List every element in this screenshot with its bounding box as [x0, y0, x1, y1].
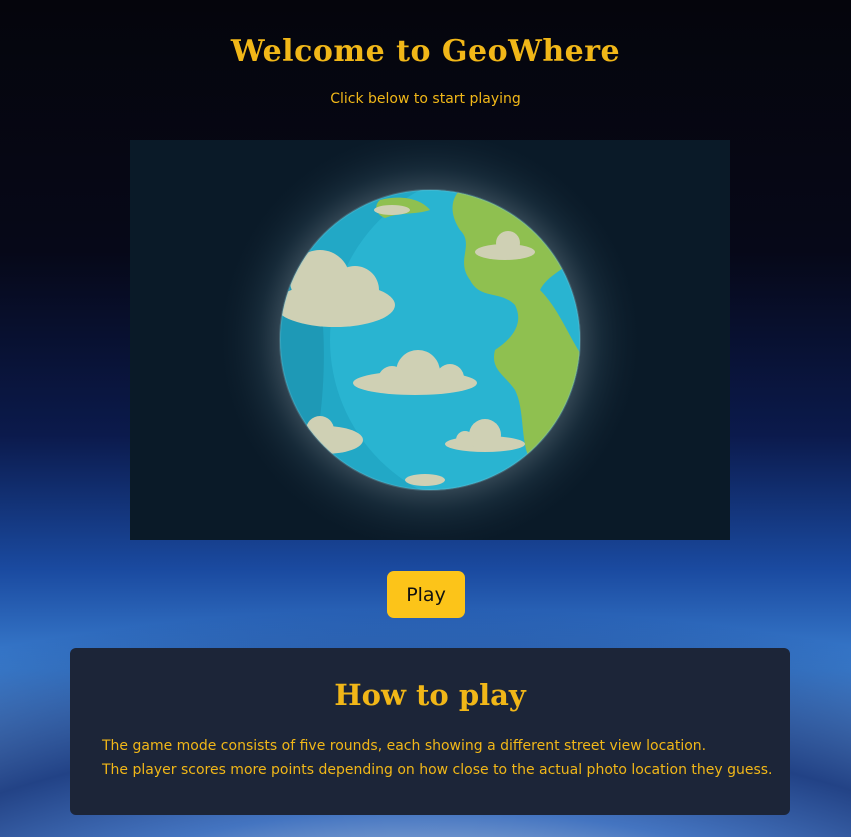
page-title: Welcome to GeoWhere: [230, 34, 621, 69]
page-subtitle: Click below to start playing: [330, 91, 521, 107]
globe-icon: [130, 140, 730, 540]
play-button[interactable]: Play: [387, 571, 465, 618]
how-to-play-title: How to play: [334, 678, 526, 712]
earth-globe-image: [130, 140, 730, 540]
how-to-play-line: The player scores more points depending …: [102, 762, 773, 778]
how-to-play-panel: How to play The game mode consists of fi…: [70, 648, 790, 815]
how-to-play-line: The game mode consists of five rounds, e…: [102, 738, 707, 754]
